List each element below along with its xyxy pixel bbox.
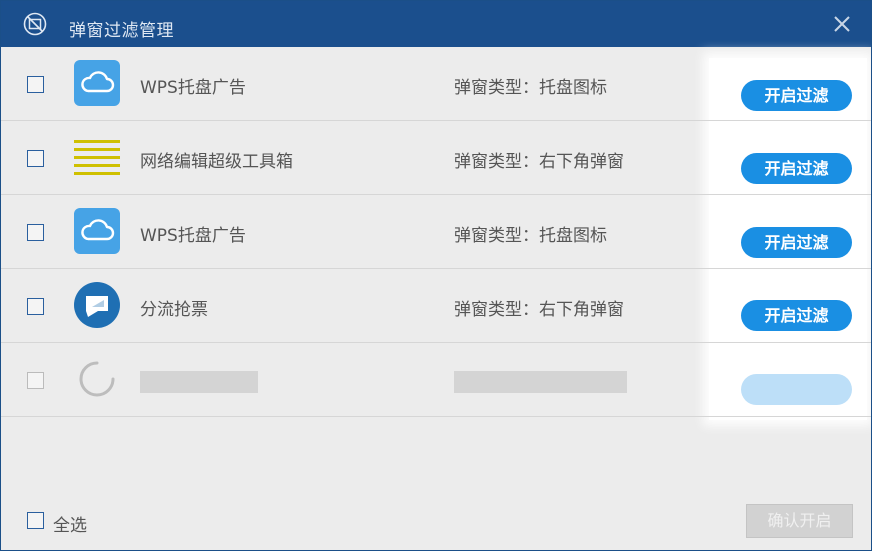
popup-filter-window: 弹窗过滤管理 WPS托盘广告 弹窗类型：托盘图标 网络编辑超级工具箱 弹窗类型：… [0,0,872,551]
window-title: 弹窗过滤管理 [69,21,174,41]
select-all-checkbox[interactable] [27,512,44,529]
enable-filter-button[interactable]: 开启过滤 [741,300,852,331]
cloud-icon [74,60,120,106]
spinner-icon [79,361,115,397]
app-name: 网络编辑超级工具箱 [140,152,293,172]
app-name: WPS托盘广告 [140,226,246,246]
select-all-label: 全选 [53,516,87,536]
row-checkbox[interactable] [27,76,44,93]
name-placeholder [140,371,258,393]
loading-filter-button [741,374,852,405]
enable-filter-button[interactable]: 开启过滤 [741,80,852,111]
close-icon[interactable] [831,13,853,35]
list-item-loading [1,343,871,417]
list-item: WPS托盘广告 弹窗类型：托盘图标 [1,47,871,121]
popup-type: 弹窗类型：右下角弹窗 [454,152,624,172]
app-name: 分流抢票 [140,300,208,320]
type-placeholder [454,371,627,393]
popup-list: WPS托盘广告 弹窗类型：托盘图标 网络编辑超级工具箱 弹窗类型：右下角弹窗 W… [1,47,871,417]
block-popup-icon [23,12,47,36]
popup-type: 弹窗类型：右下角弹窗 [454,300,624,320]
popup-type: 弹窗类型：托盘图标 [454,226,607,246]
app-name: WPS托盘广告 [140,78,246,98]
list-item: 分流抢票 弹窗类型：右下角弹窗 [1,269,871,343]
cloud-icon [74,208,120,254]
row-checkbox[interactable] [27,224,44,241]
title-bar: 弹窗过滤管理 [1,1,871,47]
enable-filter-button[interactable]: 开启过滤 [741,153,852,184]
list-item: WPS托盘广告 弹窗类型：托盘图标 [1,195,871,269]
confirm-enable-button[interactable]: 确认开启 [746,504,853,538]
monitor-icon [74,282,120,328]
row-checkbox[interactable] [27,298,44,315]
popup-type: 弹窗类型：托盘图标 [454,78,607,98]
stripes-icon [74,140,120,175]
row-checkbox[interactable] [27,150,44,167]
list-item: 网络编辑超级工具箱 弹窗类型：右下角弹窗 [1,121,871,195]
enable-filter-button[interactable]: 开启过滤 [741,227,852,258]
row-checkbox[interactable] [27,372,44,389]
